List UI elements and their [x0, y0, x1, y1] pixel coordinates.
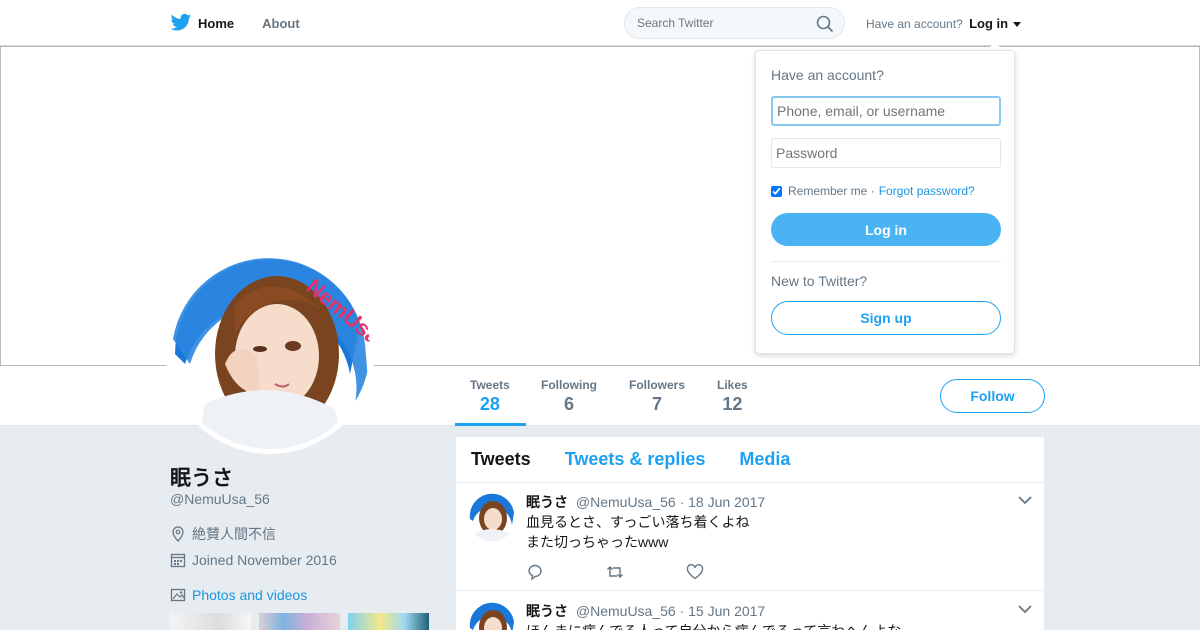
tab-media[interactable]: Media — [739, 449, 790, 470]
stat-followers[interactable]: Followers 7 — [629, 378, 685, 415]
calendar-icon — [170, 553, 186, 568]
password-field[interactable] — [771, 138, 1001, 168]
nav-home-link[interactable]: Home — [198, 16, 234, 31]
forgot-password-link[interactable]: Forgot password? — [879, 184, 975, 198]
avatar-image — [468, 602, 516, 630]
profile-joined: Joined November 2016 — [170, 552, 337, 568]
profile-avatar[interactable]: NemUsa — [165, 244, 375, 454]
tweet-author-name[interactable]: 眠うさ — [526, 494, 568, 510]
caret-down-icon — [1013, 22, 1022, 28]
avatar-image — [468, 493, 516, 541]
login-title: Have an account? — [771, 67, 884, 83]
tweet-text: 血見るとさ、すっごい落ち着くよね また切っちゃったwww — [526, 512, 749, 552]
tweet-text-line: 血見るとさ、すっごい落ち着くよね — [526, 514, 750, 530]
stat-tweets[interactable]: Tweets 28 — [470, 378, 510, 415]
tweet-header: 眠うさ @NemuUsa_56 · 15 Jun 2017 — [526, 601, 765, 621]
stat-value: 28 — [479, 394, 500, 414]
tweet-author-handle[interactable]: @NemuUsa_56 — [576, 494, 676, 510]
account-menu[interactable]: Have an account? Log in — [866, 16, 1022, 31]
profile-name: 眠うさ — [170, 467, 233, 490]
tweet-text-line: ほんまに病んでる人って自分から病んでるって言わへんよな — [526, 621, 901, 630]
follow-button[interactable]: Follow — [940, 379, 1045, 413]
nav-about-link[interactable]: About — [262, 16, 300, 31]
stat-label: Following — [541, 378, 597, 392]
have-account-text: Have an account? — [866, 17, 963, 31]
photos-videos-link[interactable]: Photos and videos — [170, 587, 307, 603]
login-menu-link[interactable]: Log in — [969, 16, 1008, 31]
stat-value: 6 — [563, 394, 574, 414]
tweet-avatar[interactable] — [468, 602, 516, 630]
retweet-icon[interactable] — [606, 563, 624, 581]
new-to-twitter-text: New to Twitter? — [771, 273, 868, 289]
remember-me-label[interactable]: Remember me · — [788, 184, 875, 198]
twitter-bird-icon[interactable] — [170, 13, 192, 33]
divider — [771, 261, 1001, 262]
stat-label: Followers — [629, 378, 686, 392]
tweet-date[interactable]: · 15 Jun 2017 — [680, 603, 766, 619]
location-text: 絶賛人間不信 — [192, 526, 276, 542]
stat-likes[interactable]: Likes 12 — [717, 378, 748, 415]
reply-icon[interactable] — [526, 563, 544, 581]
tab-tweets[interactable]: Tweets — [471, 449, 531, 470]
tweet-avatar[interactable] — [468, 493, 516, 541]
stat-value: 12 — [722, 394, 743, 414]
login-dropdown: Have an account? Remember me · Forgot pa… — [755, 50, 1015, 354]
tweet-text-line: また切っちゃったwww — [526, 534, 669, 550]
search-input[interactable] — [625, 8, 805, 38]
top-nav: Home About Have an account? Log in — [0, 0, 1200, 46]
remember-row: Remember me · Forgot password? — [771, 184, 975, 198]
stat-label: Likes — [717, 378, 748, 392]
timeline-tabs: Tweets Tweets & replies Media — [456, 437, 1044, 483]
tweet-date[interactable]: · 18 Jun 2017 — [680, 494, 766, 510]
timeline: Tweets Tweets & replies Media 眠うさ @NemuU… — [456, 437, 1044, 630]
tweet-item[interactable]: 眠うさ @NemuUsa_56 · 18 Jun 2017 血見るとさ、すっごい… — [456, 483, 1044, 591]
tweet-item[interactable]: 眠うさ @NemuUsa_56 · 15 Jun 2017 ほんまに病んでる人っ… — [456, 592, 1044, 630]
photos-videos-label: Photos and videos — [192, 587, 308, 603]
chevron-down-icon[interactable] — [1018, 495, 1032, 505]
like-icon[interactable] — [686, 563, 704, 581]
stat-value: 7 — [652, 394, 663, 414]
tweet-header: 眠うさ @NemuUsa_56 · 18 Jun 2017 — [526, 492, 765, 512]
tweet-author-name[interactable]: 眠うさ — [526, 603, 568, 619]
stat-following[interactable]: Following 6 — [541, 378, 597, 415]
username-field[interactable] — [771, 96, 1001, 126]
signup-button[interactable]: Sign up — [771, 301, 1001, 335]
nav-left: Home About — [170, 0, 328, 46]
avatar-image: NemUsa — [170, 249, 370, 449]
profile-location: 絶賛人間不信 — [170, 524, 276, 544]
login-button[interactable]: Log in — [771, 213, 1001, 246]
profile-handle[interactable]: @NemuUsa_56 — [170, 491, 270, 507]
search-icon[interactable] — [816, 15, 834, 33]
stat-label: Tweets — [470, 378, 510, 392]
joined-text: Joined November 2016 — [192, 552, 337, 568]
tweet-text: ほんまに病んでる人って自分から病んでるって言わへんよな — [526, 621, 901, 630]
image-icon — [170, 588, 186, 602]
remember-me-checkbox[interactable] — [771, 185, 782, 197]
tweet-author-handle[interactable]: @NemuUsa_56 — [576, 603, 676, 619]
photo-thumbnail[interactable] — [348, 613, 429, 630]
chevron-down-icon[interactable] — [1018, 604, 1032, 614]
location-icon — [172, 526, 184, 542]
photo-thumbnail[interactable] — [259, 613, 340, 630]
active-tab-underline — [455, 423, 526, 426]
tab-tweets-replies[interactable]: Tweets & replies — [565, 449, 706, 470]
tweet-actions — [526, 563, 766, 581]
search-box — [624, 7, 845, 39]
photo-thumbnail[interactable] — [170, 613, 251, 630]
